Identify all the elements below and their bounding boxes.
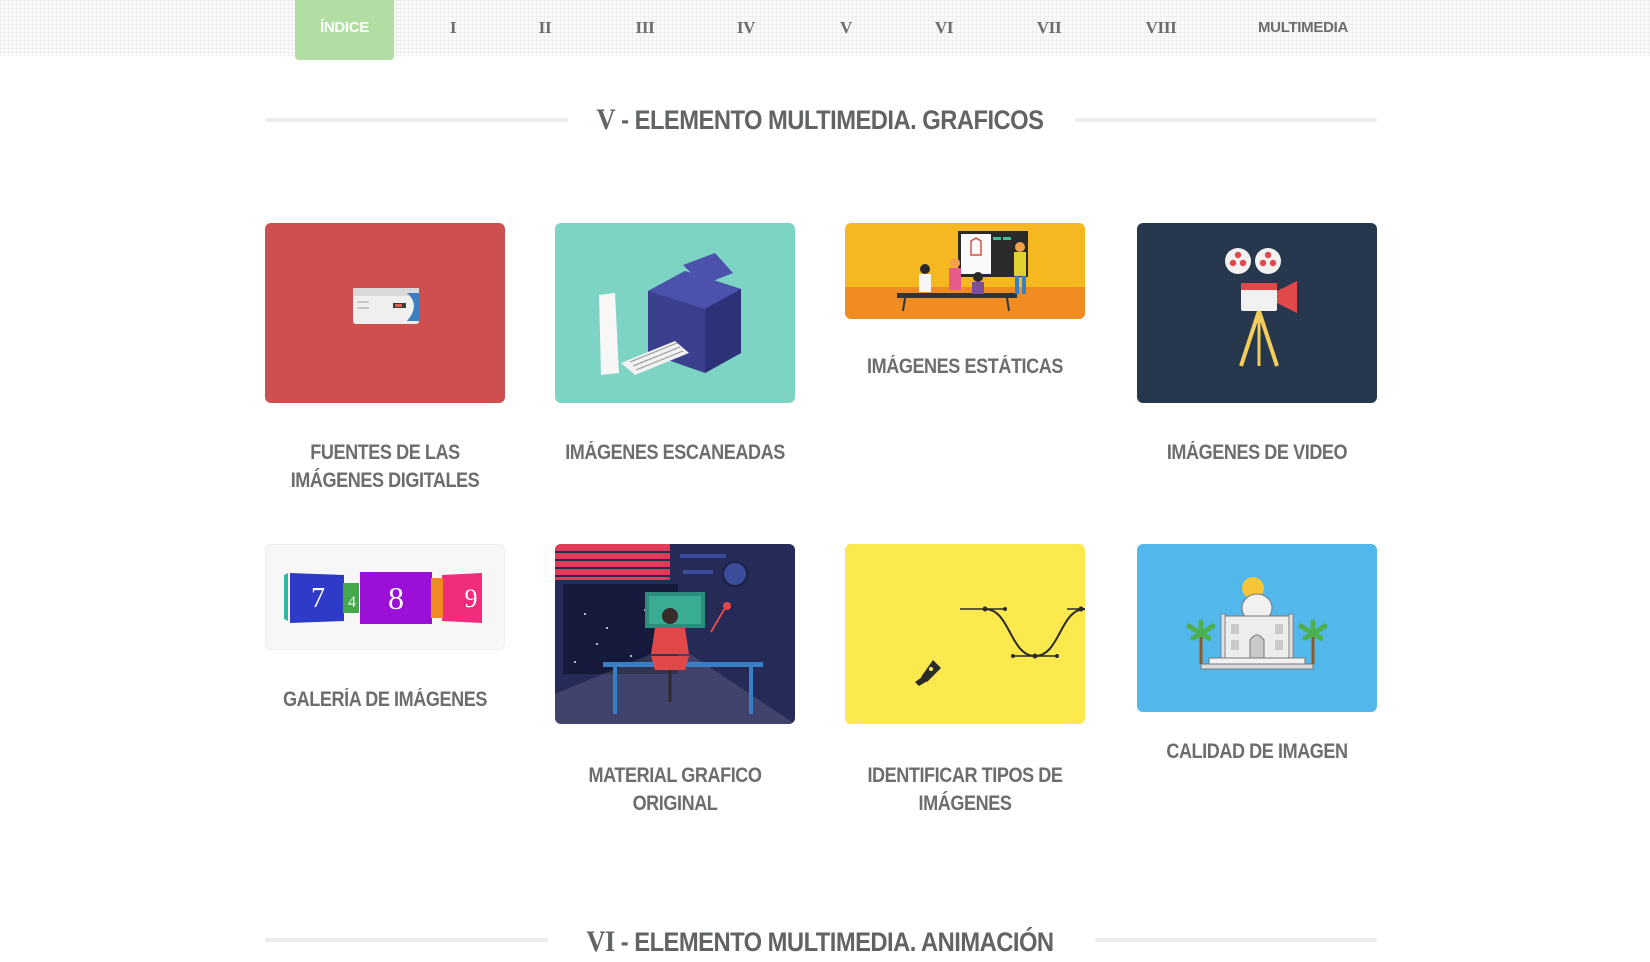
- card-label: IDENTIFICAR TIPOS DE IMÁGENES: [867, 764, 1063, 815]
- card-thumbnail: [555, 223, 795, 403]
- section-title-text: - ELEMENTO MULTIMEDIA. ANIMACIÓN: [620, 927, 1054, 957]
- card-label: IMÁGENES DE VIDEO: [1166, 441, 1348, 464]
- card-label: CALIDAD DE IMAGEN: [1166, 740, 1348, 763]
- section-title-v: V - ELEMENTO MULTIMEDIA. GRAFICOS: [591, 100, 1049, 140]
- card-imagenes-estaticas[interactable]: IMÁGENES ESTÁTICAS: [845, 223, 1085, 378]
- card-imagenes-escaneadas[interactable]: IMÁGENES ESCANEADAS: [555, 223, 795, 464]
- card-galeria-imagenes[interactable]: 7 4 8 9 GALERÍA DE IMÁGENES: [265, 544, 505, 711]
- card-thumbnail: [265, 223, 505, 403]
- card-label: IMÁGENES ESCANEADAS: [565, 441, 785, 464]
- gallery-slider-icon: 7 4 8 9: [284, 572, 482, 624]
- pen-tool-icon: [915, 606, 1085, 686]
- card-thumbnail: [1137, 223, 1377, 403]
- card-thumbnail: [1137, 544, 1377, 712]
- card-label: MATERIAL GRAFICO ORIGINAL: [588, 764, 762, 815]
- nav-chapter-v[interactable]: V: [826, 0, 866, 60]
- card-fuentes-imagenes[interactable]: FUENTES DE LAS IMÁGENES DIGITALES: [265, 223, 505, 492]
- gallery-number-right: 9: [465, 584, 478, 613]
- heading-rule-right: [1095, 938, 1377, 942]
- nav-chapter-viii[interactable]: VIII: [1135, 0, 1187, 60]
- nav-multimedia[interactable]: MULTIMEDIA: [1253, 0, 1353, 60]
- card-thumbnail: [845, 544, 1085, 724]
- taj-mahal-icon: [1186, 577, 1328, 670]
- card-calidad-imagen[interactable]: CALIDAD DE IMAGEN: [1137, 544, 1377, 763]
- nav-chapter-ii[interactable]: II: [525, 0, 565, 60]
- nav-chapter-iii[interactable]: III: [625, 0, 665, 60]
- camera-icon: [353, 288, 419, 324]
- film-projector-icon: [1225, 248, 1297, 367]
- card-material-grafico[interactable]: MATERIAL GRAFICO ORIGINAL: [555, 544, 795, 815]
- card-thumbnail: [555, 544, 795, 724]
- card-thumbnail: [845, 223, 1085, 319]
- designer-desk-icon: [555, 544, 795, 724]
- section-title-vi: VI - ELEMENTO MULTIMEDIA. ANIMACIÓN: [578, 922, 1062, 962]
- nav-chapter-vii[interactable]: VII: [1025, 0, 1073, 60]
- gallery-number-left: 7: [311, 583, 325, 614]
- heading-rule-left: [265, 938, 548, 942]
- gallery-number-small: 4: [348, 594, 356, 611]
- heading-rule-right: [1075, 118, 1377, 122]
- gallery-number-center: 8: [388, 580, 404, 616]
- nav-chapter-iv[interactable]: IV: [725, 0, 767, 60]
- card-imagenes-video[interactable]: IMÁGENES DE VIDEO: [1137, 223, 1377, 464]
- card-identificar-tipos[interactable]: IDENTIFICAR TIPOS DE IMÁGENES: [845, 544, 1085, 815]
- section-title-text: - ELEMENTO MULTIMEDIA. GRAFICOS: [621, 105, 1044, 135]
- nav-chapter-vi[interactable]: VI: [923, 0, 965, 60]
- nav-indice[interactable]: ÍNDICE: [295, 0, 394, 60]
- card-label: FUENTES DE LAS IMÁGENES DIGITALES: [290, 441, 480, 492]
- heading-rule-left: [265, 118, 568, 122]
- classroom-icon: [845, 231, 1085, 319]
- card-label: IMÁGENES ESTÁTICAS: [867, 355, 1063, 378]
- nav-chapter-i[interactable]: I: [433, 0, 473, 60]
- printer-icon: [599, 253, 741, 375]
- section-number: V: [596, 103, 616, 136]
- card-thumbnail: 7 4 8 9: [265, 544, 505, 650]
- card-label: GALERÍA DE IMÁGENES: [283, 688, 487, 711]
- top-navigation: ÍNDICE I II III IV V VI VII VIII MULTIME…: [0, 0, 1650, 60]
